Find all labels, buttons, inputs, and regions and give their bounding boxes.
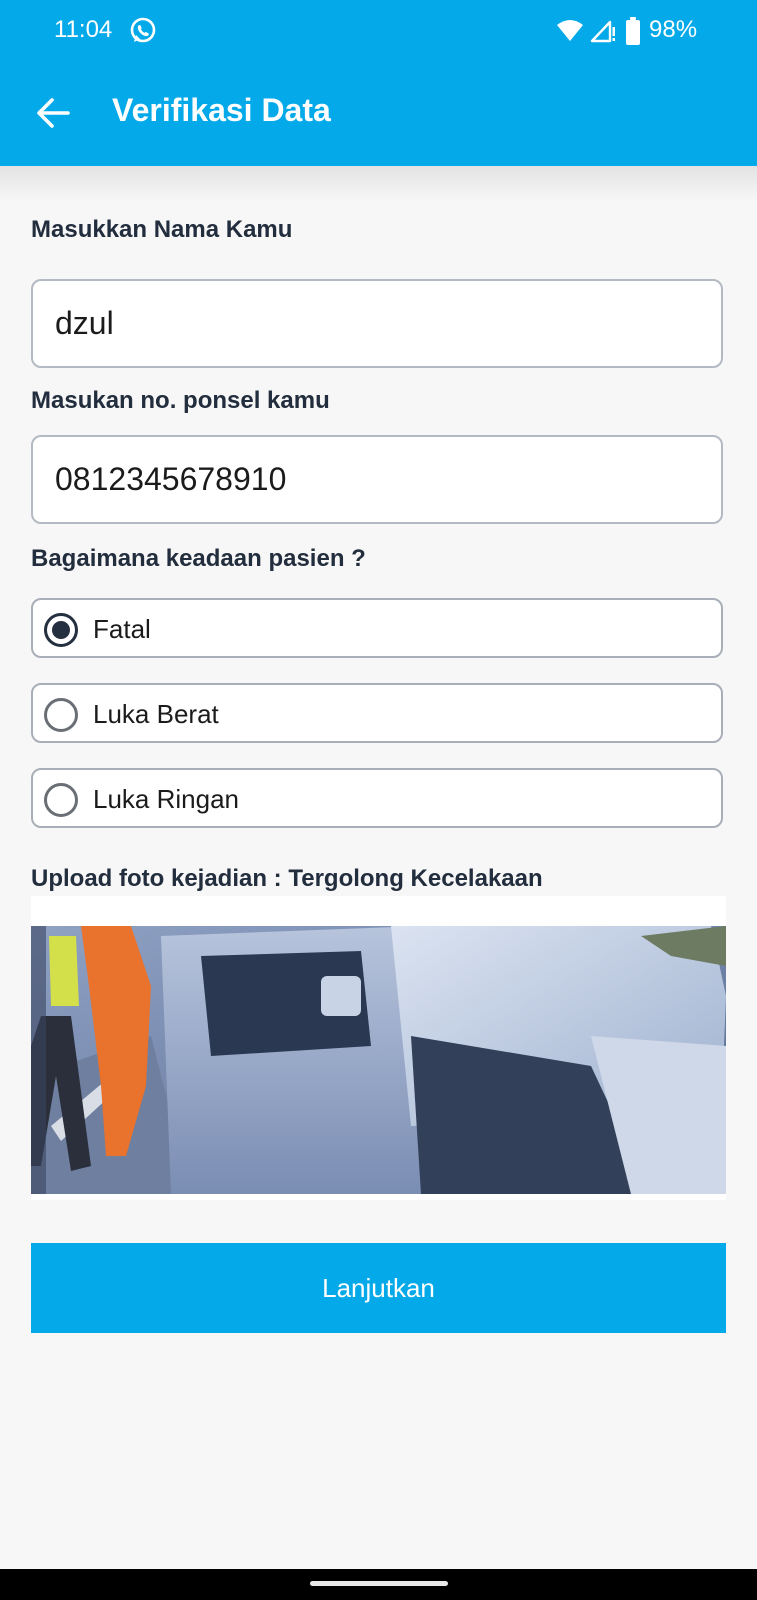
radio-unchecked-icon[interactable]: [44, 698, 78, 732]
radio-label: Fatal: [93, 614, 151, 644]
radio-unchecked-icon[interactable]: [44, 783, 78, 817]
phone-label: Masukan no. ponsel kamu: [31, 387, 330, 414]
app-bar: Verifikasi Data: [0, 62, 757, 166]
signal-icon: [590, 20, 615, 43]
status-time: 11:04: [54, 16, 113, 43]
incident-photo[interactable]: [31, 926, 726, 1194]
incident-photo-upload[interactable]: [31, 896, 726, 1200]
radio-option-fatal[interactable]: Fatal: [31, 598, 723, 658]
radio-label: Luka Ringan: [93, 784, 239, 814]
radio-label: Luka Berat: [93, 699, 219, 729]
name-label: Masukkan Nama Kamu: [31, 216, 293, 243]
arrow-left-icon[interactable]: [34, 94, 72, 132]
status-bar: 11:04 98%: [0, 0, 757, 62]
upload-label: Upload foto kejadian : Tergolong Kecelak…: [31, 865, 543, 892]
name-field[interactable]: [31, 279, 723, 368]
system-nav-bar: [0, 1569, 757, 1600]
app-bar-shadow: [0, 166, 757, 202]
home-gesture-handle[interactable]: [310, 1581, 448, 1586]
wifi-icon: [557, 20, 583, 41]
whatsapp-icon: [130, 17, 156, 43]
page-title: Verifikasi Data: [112, 92, 331, 128]
battery-icon: [626, 17, 640, 45]
phone-field[interactable]: [31, 435, 723, 524]
radio-checked-icon[interactable]: [44, 613, 78, 647]
battery-percent: 98%: [649, 16, 698, 43]
continue-button[interactable]: Lanjutkan: [31, 1243, 726, 1333]
radio-option-luka-berat[interactable]: Luka Berat: [31, 683, 723, 743]
condition-label: Bagaimana keadaan pasien ?: [31, 545, 366, 572]
radio-option-luka-ringan[interactable]: Luka Ringan: [31, 768, 723, 828]
